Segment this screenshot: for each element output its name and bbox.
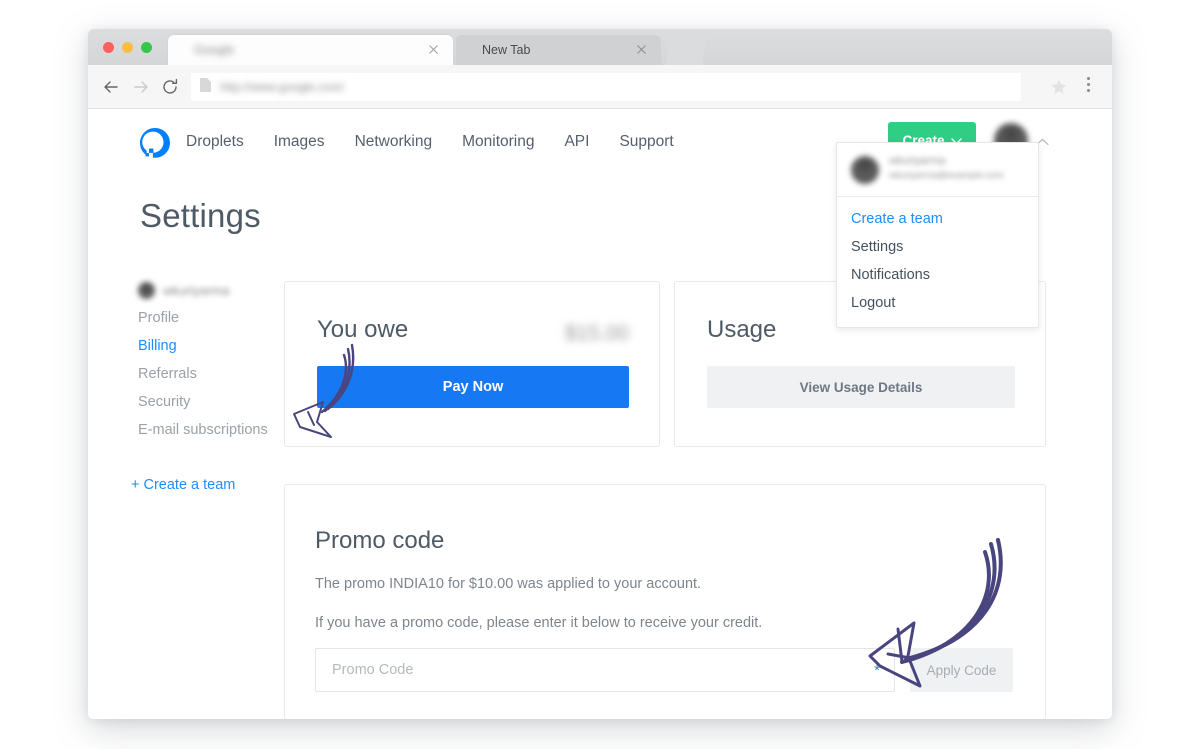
close-icon[interactable] [426,42,441,57]
minimize-window-button[interactable] [122,42,133,53]
promo-code-title: Promo code [315,527,445,554]
view-usage-details-label: View Usage Details [799,379,923,395]
nav-link-support[interactable]: Support [619,133,673,151]
reload-icon[interactable] [160,77,180,97]
usage-title: Usage [707,316,777,343]
browser-tab-strip: Google New Tab [88,29,1112,65]
address-bar-url: http://www.google.com/ [220,80,345,94]
window-traffic-lights [103,42,152,53]
promo-applied-text: The promo INDIA10 for $10.00 was applied… [315,576,702,592]
dropdown-user-info: wkuriyarma wkuriyarma@example.com [837,143,1038,197]
dropdown-user-email: wkuriyarma@example.com [889,170,1004,181]
page-title: Settings [140,197,261,234]
required-asterisk-icon: * [874,662,880,679]
page-content: Droplets Images Networking Monitoring AP… [88,109,1112,719]
maximize-window-button[interactable] [141,42,152,53]
promo-code-card: Promo code The promo INDIA10 for $10.00 … [284,484,1046,719]
nav-link-api[interactable]: API [564,133,589,151]
new-tab-icon[interactable] [666,37,706,65]
dropdown-items: Create a team Settings Notifications Log… [837,197,1038,327]
dropdown-user-name: wkuriyarma [889,155,946,167]
document-icon [199,77,212,98]
pay-now-label: Pay Now [442,379,504,395]
nav-link-networking[interactable]: Networking [355,133,433,151]
forward-arrow-icon[interactable] [131,77,151,97]
nav-links: Droplets Images Networking Monitoring AP… [186,133,674,151]
star-icon[interactable] [1050,78,1068,101]
dropdown-item-create-a-team[interactable]: Create a team [837,205,1038,233]
account-dropdown-menu: wkuriyarma wkuriyarma@example.com Create… [836,142,1039,328]
nav-link-droplets[interactable]: Droplets [186,133,244,151]
close-window-button[interactable] [103,42,114,53]
dropdown-item-settings[interactable]: Settings [837,233,1038,261]
you-owe-amount: $15.00 [564,322,629,345]
back-arrow-icon[interactable] [101,77,121,97]
address-bar[interactable]: http://www.google.com/ [191,73,1021,101]
browser-toolbar: http://www.google.com/ [88,65,1112,109]
browser-tab-new-tab[interactable]: New Tab [456,35,661,65]
you-owe-card: You owe $15.00 Pay Now [284,281,660,447]
dropdown-item-logout[interactable]: Logout [837,289,1038,317]
digitalocean-logo-icon[interactable] [138,126,172,165]
create-a-team-link[interactable]: + Create a team [131,477,235,493]
promo-code-input-wrapper: * [315,648,895,692]
nav-link-images[interactable]: Images [274,133,325,151]
sidebar-username: wkuriyarma [163,283,230,298]
three-dot-menu-icon[interactable] [1087,77,1090,95]
view-usage-details-button[interactable]: View Usage Details [707,366,1015,408]
nav-link-monitoring[interactable]: Monitoring [462,133,534,151]
you-owe-title: You owe [317,316,409,343]
promo-code-input[interactable] [316,649,894,691]
browser-window: Google New Tab http://www.google.com/ Dr… [88,29,1112,719]
pay-now-button[interactable]: Pay Now [317,366,629,408]
close-icon[interactable] [634,42,649,57]
dropdown-item-notifications[interactable]: Notifications [837,261,1038,289]
tab-title: New Tab [482,43,531,57]
tab-title: Google [194,43,235,57]
promo-hint-text: If you have a promo code, please enter i… [315,615,763,631]
avatar [138,282,155,299]
apply-code-button[interactable]: Apply Code [910,648,1013,692]
browser-tab-google[interactable]: Google [168,35,453,65]
avatar [851,155,879,184]
